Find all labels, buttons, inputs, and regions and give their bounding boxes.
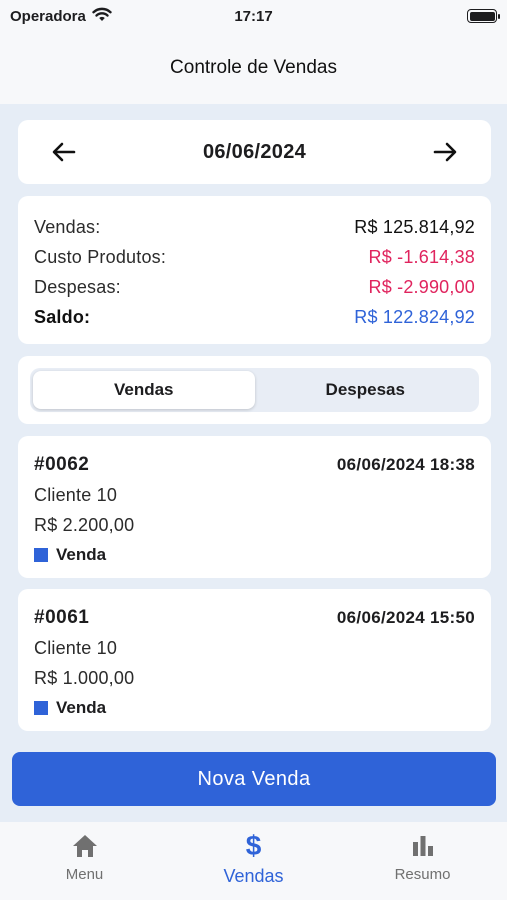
carrier-name: Operadora [10, 7, 86, 25]
selected-date[interactable]: 06/06/2024 [203, 141, 306, 164]
despesas-value: R$ -2.990,00 [368, 276, 475, 297]
sale-amount: R$ 1.000,00 [34, 668, 135, 688]
next-day-button[interactable] [429, 136, 461, 168]
custo-label: Custo Produtos: [34, 246, 167, 267]
type-square-icon [34, 548, 48, 562]
sale-card[interactable]: #0061 06/06/2024 15:50 Cliente 10 R$ 1.0… [18, 589, 491, 731]
sale-type: Venda [34, 698, 475, 718]
summary-row-saldo: Saldo: R$ 122.824,92 [34, 302, 475, 332]
sale-datetime: 06/06/2024 15:50 [336, 608, 475, 627]
sale-datetime: 06/06/2024 18:38 [336, 455, 475, 474]
previous-day-button[interactable] [48, 136, 80, 168]
sale-id: #0061 [34, 607, 90, 628]
summary-row-despesas: Despesas: R$ -2.990,00 [34, 272, 475, 302]
sale-amount: R$ 2.200,00 [34, 515, 135, 535]
segment-vendas[interactable]: Vendas [33, 371, 255, 409]
sale-card[interactable]: #0062 06/06/2024 18:38 Cliente 10 R$ 2.2… [18, 436, 491, 578]
despesas-label: Despesas: [34, 276, 121, 297]
status-bar: Operadora 17:17 [0, 0, 507, 32]
tab-menu-label: Menu [65, 866, 104, 883]
sale-client: Cliente 10 [34, 485, 118, 505]
sale-client: Cliente 10 [34, 638, 118, 658]
date-selector: 06/06/2024 [18, 120, 491, 184]
tab-menu[interactable]: Menu [20, 832, 150, 900]
segment-despesas[interactable]: Despesas [255, 371, 477, 409]
battery-icon [467, 9, 500, 23]
vendas-value: R$ 125.814,92 [354, 216, 475, 237]
saldo-label: Saldo: [34, 306, 91, 327]
sale-id: #0062 [34, 454, 90, 475]
bar-chart-icon [412, 836, 433, 856]
summary-card: Vendas: R$ 125.814,92 Custo Produtos: R$… [18, 196, 491, 344]
dollar-icon: $ [245, 830, 262, 861]
arrow-left-icon [52, 142, 76, 162]
status-left: Operadora [10, 7, 112, 26]
new-sale-button[interactable]: Nova Venda [12, 752, 496, 806]
home-icon [72, 835, 97, 857]
segment-card: Vendas Despesas [18, 356, 491, 424]
sale-header: #0062 06/06/2024 18:38 [34, 454, 475, 476]
tab-resumo[interactable]: Resumo [358, 832, 488, 900]
tab-resumo-label: Resumo [394, 866, 451, 883]
custo-value: R$ -1.614,38 [368, 246, 475, 267]
navigation-bar: Controle de Vendas [0, 32, 507, 104]
wifi-icon [92, 7, 112, 26]
page-title: Controle de Vendas [170, 57, 337, 78]
sale-type-label: Venda [56, 698, 107, 717]
sale-type-label: Venda [56, 545, 107, 564]
summary-row-custo: Custo Produtos: R$ -1.614,38 [34, 242, 475, 272]
tab-vendas-label: Vendas [223, 866, 284, 886]
saldo-value: R$ 122.824,92 [354, 306, 475, 327]
sale-type: Venda [34, 545, 475, 565]
tab-bar: Menu $ Vendas Resumo [0, 822, 507, 900]
type-square-icon [34, 701, 48, 715]
tab-vendas[interactable]: $ Vendas [189, 832, 319, 900]
arrow-right-icon [433, 142, 457, 162]
vendas-label: Vendas: [34, 216, 101, 237]
segmented-control: Vendas Despesas [30, 368, 479, 412]
summary-row-vendas: Vendas: R$ 125.814,92 [34, 212, 475, 242]
sale-header: #0061 06/06/2024 15:50 [34, 607, 475, 629]
battery-level [469, 11, 495, 21]
